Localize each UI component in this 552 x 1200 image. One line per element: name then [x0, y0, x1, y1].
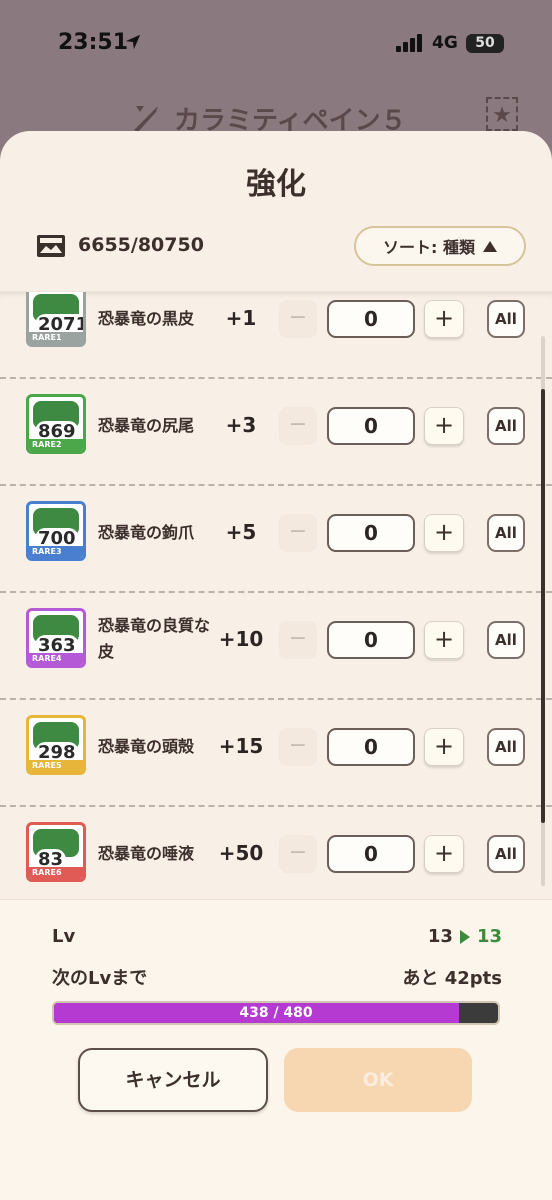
increase-button[interactable]: +: [424, 621, 464, 659]
material-list[interactable]: 2071 RARE1 恐暴竜の黒皮 +1 − 0 + All 869 RARE2…: [0, 291, 552, 900]
material-exp-bonus: +1: [225, 306, 257, 330]
material-thumbnail: 700 RARE3: [26, 501, 86, 561]
decrease-button[interactable]: −: [279, 407, 317, 445]
clock: 23:51: [58, 30, 129, 55]
signal-icon: [396, 34, 422, 52]
scrollbar-thumb[interactable]: [541, 389, 545, 823]
sort-up-icon: [482, 240, 497, 252]
increase-button[interactable]: +: [424, 728, 464, 766]
select-all-button[interactable]: All: [487, 621, 525, 659]
cancel-button[interactable]: キャンセル: [78, 1048, 268, 1112]
material-exp-bonus: +5: [225, 520, 257, 544]
material-thumbnail: 869 RARE2: [26, 394, 86, 454]
quantity-field[interactable]: 0: [327, 300, 415, 338]
status-bar: 23:51 4G 50: [0, 0, 552, 80]
material-thumbnail: 83 RARE6: [26, 822, 86, 882]
location-arrow-icon: [125, 34, 141, 50]
quantity-field[interactable]: 0: [327, 407, 415, 445]
select-all-button[interactable]: All: [487, 407, 525, 445]
material-thumbnail: 363 RARE4: [26, 608, 86, 668]
material-thumbnail: 2071 RARE1: [26, 292, 86, 347]
material-row: 363 RARE4 恐暴竜の良質な皮 +10 − 0 + All: [0, 593, 552, 700]
sort-button[interactable]: ソート: 種類: [354, 226, 526, 266]
level-label: Lv: [52, 926, 76, 947]
material-row: 83 RARE6 恐暴竜の唾液 +50 − 0 + All: [0, 807, 552, 900]
level-arrow-icon: [459, 929, 470, 944]
increase-button[interactable]: +: [424, 835, 464, 873]
rarity-label: RARE3: [29, 546, 83, 558]
quantity-field[interactable]: 0: [327, 621, 415, 659]
select-all-button[interactable]: All: [487, 300, 525, 338]
material-name: 恐暴竜の唾液: [98, 844, 195, 863]
material-exp-bonus: +10: [218, 627, 264, 651]
increase-button[interactable]: +: [424, 300, 464, 338]
material-exp-bonus: +50: [218, 841, 264, 865]
material-name: 恐暴竜の頭殻: [98, 737, 195, 756]
select-all-button[interactable]: All: [487, 728, 525, 766]
material-exp-bonus: +15: [218, 734, 264, 758]
points-remaining: あと 42pts: [402, 968, 502, 989]
material-row: 2071 RARE1 恐暴竜の黒皮 +1 − 0 + All: [0, 292, 552, 379]
decrease-button[interactable]: −: [279, 300, 317, 338]
rarity-label: RARE5: [29, 760, 83, 772]
materials-count: 6655/80750: [78, 234, 204, 256]
level-current: 13: [427, 926, 453, 947]
material-row: 700 RARE3 恐暴竜の鉤爪 +5 − 0 + All: [0, 486, 552, 593]
material-name: 恐暴竜の尻尾: [98, 416, 195, 435]
rarity-label: RARE2: [29, 439, 83, 451]
next-level-label: 次のLvまで: [52, 968, 148, 989]
level-change: 13 13: [428, 926, 502, 947]
material-row: 869 RARE2 恐暴竜の尻尾 +3 − 0 + All: [0, 379, 552, 486]
decrease-button[interactable]: −: [279, 728, 317, 766]
quantity-field[interactable]: 0: [327, 728, 415, 766]
decrease-button[interactable]: −: [279, 835, 317, 873]
network-type: 4G: [432, 33, 458, 53]
material-name: 恐暴竜の鉤爪: [98, 523, 195, 542]
rarity-label: RARE6: [29, 867, 83, 879]
material-row: 298 RARE5 恐暴竜の頭殻 +15 − 0 + All: [0, 700, 552, 807]
quantity-field[interactable]: 0: [327, 514, 415, 552]
sort-label: ソート: 種類: [383, 238, 475, 257]
level-next: 13: [476, 926, 502, 947]
select-all-button[interactable]: All: [487, 835, 525, 873]
exp-progress-text: 438 / 480: [239, 1005, 313, 1021]
decrease-button[interactable]: −: [279, 621, 317, 659]
chest-icon: [37, 235, 65, 257]
decrease-button[interactable]: −: [279, 514, 317, 552]
rarity-label: RARE1: [29, 332, 83, 344]
ok-button[interactable]: OK: [284, 1048, 472, 1112]
star-icon: ★: [486, 97, 518, 131]
material-exp-bonus: +3: [225, 413, 257, 437]
enhance-sheet: 強化 6655/80750 ソート: 種類 2071 RARE1 恐暴竜の黒皮 …: [0, 131, 552, 1200]
increase-button[interactable]: +: [424, 407, 464, 445]
material-name: 恐暴竜の良質な皮: [98, 616, 211, 661]
rarity-label: RARE4: [29, 653, 83, 665]
material-name: 恐暴竜の黒皮: [98, 309, 195, 328]
sheet-title: 強化: [246, 167, 306, 202]
level-panel: Lv 13 13 次のLvまで あと 42pts 438 / 480: [0, 899, 552, 1200]
material-thumbnail: 298 RARE5: [26, 715, 86, 775]
quantity-field[interactable]: 0: [327, 835, 415, 873]
exp-progress-bar: 438 / 480: [52, 1001, 500, 1025]
increase-button[interactable]: +: [424, 514, 464, 552]
battery-icon: 50: [466, 34, 504, 53]
select-all-button[interactable]: All: [487, 514, 525, 552]
